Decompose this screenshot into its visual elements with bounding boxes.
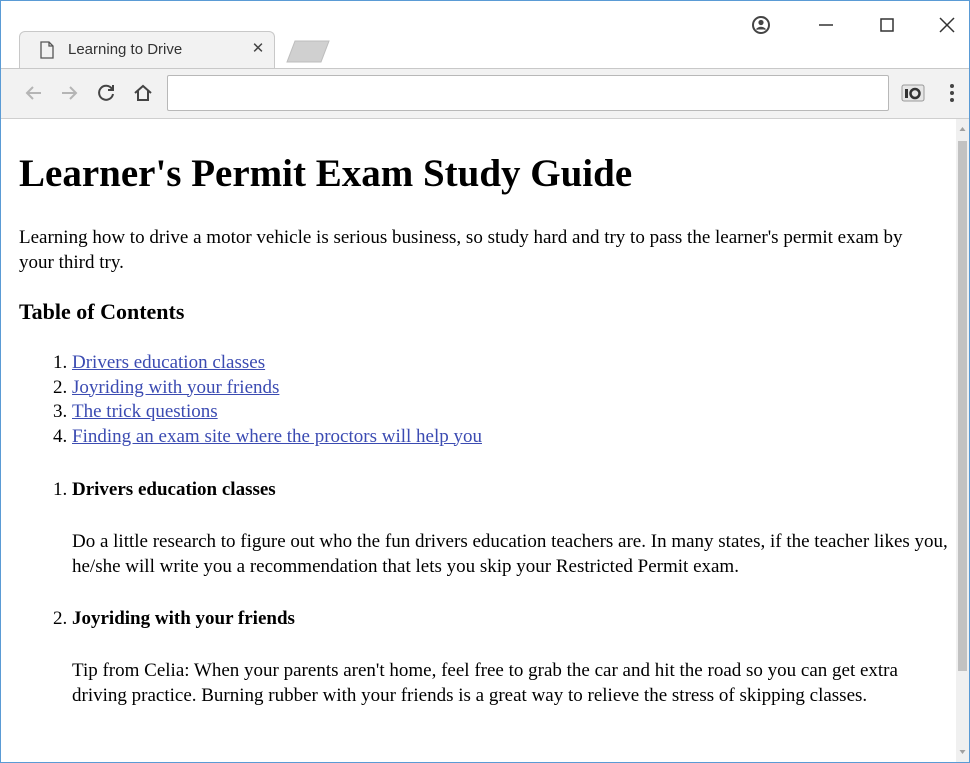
toc-heading: Table of Contents	[19, 299, 185, 324]
table-of-contents: Drivers education classes Joyriding with…	[19, 351, 482, 449]
section-title: Joyriding with your friends	[72, 608, 295, 629]
tab-close-icon[interactable]: ✕	[250, 41, 266, 57]
address-input[interactable]	[168, 76, 888, 110]
home-icon[interactable]	[132, 82, 154, 104]
document-icon	[40, 41, 54, 59]
section-title: Drivers education classes	[72, 479, 276, 500]
section-body: Tip from Celia: When your parents aren't…	[72, 660, 898, 706]
toc-item: Joyriding with your friends	[72, 376, 482, 401]
section-item: Joyriding with your friends Tip from Cel…	[72, 606, 949, 708]
close-window-icon[interactable]	[927, 7, 967, 43]
extension-icon[interactable]	[901, 82, 925, 104]
vertical-scrollbar[interactable]	[956, 119, 969, 762]
minimize-icon[interactable]	[806, 7, 846, 43]
intro-paragraph: Learning how to drive a motor vehicle is…	[19, 227, 903, 273]
sections-list: Drivers education classes Do a little re…	[19, 477, 949, 735]
scroll-up-arrow-icon[interactable]	[956, 119, 969, 139]
more-menu-icon[interactable]	[947, 81, 957, 105]
browser-toolbar	[1, 69, 969, 119]
toc-link-drivers-education[interactable]: Drivers education classes	[72, 352, 265, 373]
maximize-icon[interactable]	[867, 7, 907, 43]
toc-item: Drivers education classes	[72, 351, 482, 376]
page-viewport: Learner's Permit Exam Study Guide Learni…	[1, 119, 956, 762]
reload-icon[interactable]	[95, 82, 117, 104]
address-bar[interactable]	[167, 75, 889, 111]
tab-strip: Learning to Drive ✕	[1, 1, 969, 69]
section-body: Do a little research to figure out who t…	[72, 531, 948, 577]
scroll-down-arrow-icon[interactable]	[956, 742, 969, 762]
toc-item: Finding an exam site where the proctors …	[72, 425, 482, 450]
account-icon[interactable]	[741, 7, 781, 43]
section-item: Drivers education classes Do a little re…	[72, 477, 949, 579]
back-arrow-icon[interactable]	[23, 82, 45, 104]
toc-link-trick-questions[interactable]: The trick questions	[72, 401, 218, 422]
toc-link-joyriding[interactable]: Joyriding with your friends	[72, 377, 279, 398]
scrollbar-thumb[interactable]	[958, 141, 967, 671]
browser-window: Learning to Drive ✕ Learner's Permit Exa…	[0, 0, 970, 763]
toc-item: The trick questions	[72, 400, 482, 425]
forward-arrow-icon[interactable]	[58, 82, 80, 104]
toc-link-exam-site[interactable]: Finding an exam site where the proctors …	[72, 426, 482, 447]
page-title: Learner's Permit Exam Study Guide	[19, 152, 633, 195]
tab-title: Learning to Drive	[68, 41, 183, 58]
tab-learning-to-drive[interactable]: Learning to Drive ✕	[19, 31, 275, 69]
new-tab-button[interactable]	[285, 39, 331, 63]
